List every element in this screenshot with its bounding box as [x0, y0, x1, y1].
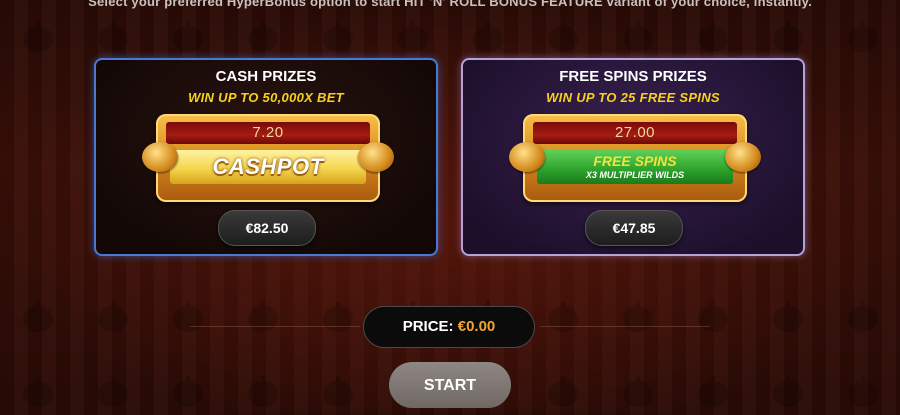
free-spins-subtitle: X3 MULTIPLIER WILDS: [585, 170, 685, 180]
bonus-plaque: 27.00 FREE SPINS X3 MULTIPLIER WILDS: [509, 114, 761, 204]
pumpkin-icon: [697, 301, 728, 332]
pumpkin-icon: [247, 301, 278, 332]
background-pattern: [0, 20, 900, 60]
pumpkin-icon: [847, 21, 878, 52]
pumpkin-icon: [97, 301, 128, 332]
cashpot-label: CASHPOT: [170, 150, 366, 184]
bonus-plaque: 7.20 CASHPOT: [142, 114, 394, 204]
pumpkin-icon: [622, 376, 653, 407]
pumpkin-icon: [772, 376, 803, 407]
pumpkin-icon: [622, 21, 653, 52]
pumpkin-icon: [97, 376, 128, 407]
pumpkin-icon: [22, 301, 53, 332]
free-spins-label: FREE SPINS X3 MULTIPLIER WILDS: [537, 150, 733, 184]
total-price: PRICE: €0.00: [363, 306, 535, 348]
option-card-cash-prizes[interactable]: CASH PRIZES WIN UP TO 50,000X BET 7.20 C…: [94, 58, 438, 256]
card-title: CASH PRIZES: [215, 68, 317, 85]
bet-multiplier: 7.20: [166, 122, 370, 144]
pumpkin-icon: [472, 21, 503, 52]
option-card-free-spins[interactable]: FREE SPINS PRIZES WIN UP TO 25 FREE SPIN…: [461, 58, 805, 256]
pumpkin-icon: [397, 21, 428, 52]
pumpkin-icon: [247, 376, 278, 407]
pumpkin-icon: [622, 301, 653, 332]
bet-multiplier: 27.00: [533, 122, 737, 144]
pumpkin-icon: [322, 301, 353, 332]
pumpkin-icon: [322, 376, 353, 407]
card-subtitle: WIN UP TO 50,000X BET: [188, 90, 344, 105]
pumpkin-icon: [97, 21, 128, 52]
pumpkin-icon: [697, 376, 728, 407]
knob-right-icon: [725, 142, 761, 172]
pumpkin-icon: [172, 301, 203, 332]
pumpkin-icon: [772, 21, 803, 52]
pumpkin-icon: [547, 21, 578, 52]
knob-right-icon: [358, 142, 394, 172]
pumpkin-icon: [247, 21, 278, 52]
pumpkin-icon: [772, 301, 803, 332]
card-subtitle: WIN UP TO 25 FREE SPINS: [546, 90, 720, 105]
pumpkin-icon: [172, 376, 203, 407]
pumpkin-icon: [22, 376, 53, 407]
card-title: FREE SPINS PRIZES: [559, 68, 707, 85]
intro-text: Select your preferred HyperBonus option …: [88, 0, 812, 9]
free-spins-title: FREE SPINS: [593, 153, 677, 169]
total-price-label: PRICE:: [402, 318, 454, 335]
pumpkin-icon: [547, 301, 578, 332]
pumpkin-icon: [847, 301, 878, 332]
pumpkin-icon: [172, 21, 203, 52]
knob-left-icon: [142, 142, 178, 172]
divider: [190, 326, 360, 327]
total-price-amount: €0.00: [457, 318, 496, 335]
knob-left-icon: [509, 142, 545, 172]
pumpkin-icon: [547, 376, 578, 407]
pumpkin-icon: [22, 21, 53, 52]
start-button[interactable]: START: [389, 362, 511, 408]
option-price: €82.50: [218, 210, 316, 246]
option-price: €47.85: [585, 210, 683, 246]
pumpkin-icon: [697, 21, 728, 52]
pumpkin-icon: [847, 376, 878, 407]
pumpkin-icon: [322, 21, 353, 52]
divider: [540, 326, 710, 327]
